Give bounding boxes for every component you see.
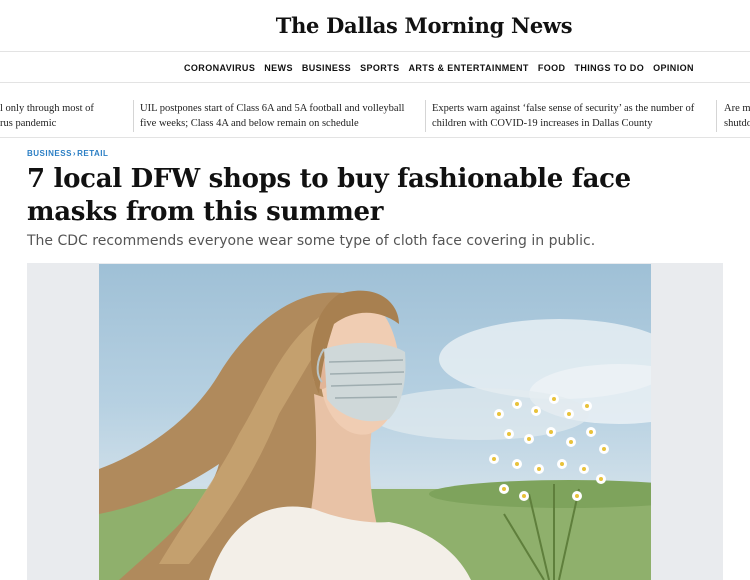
ticker-divider	[716, 100, 717, 132]
section-link-business[interactable]: BUSINESS	[27, 149, 72, 158]
hero-image-frame	[27, 263, 723, 580]
ticker-item-line2: shutdo	[724, 118, 750, 129]
ticker-item-line2: children with COVID-19 increases in Dall…	[432, 118, 653, 129]
hero-image[interactable]	[99, 264, 651, 580]
ticker-item-line1: Are m	[724, 103, 750, 114]
ticker-item[interactable]: Are m shutdo	[724, 101, 750, 131]
article-subhead: The CDC recommends everyone wear some ty…	[27, 233, 596, 249]
nav-item-coronavirus[interactable]: CORONAVIRUS	[184, 63, 255, 73]
nav-item-things-to-do[interactable]: THINGS TO DO	[574, 63, 644, 73]
ticker-item-line1: l only through most of	[0, 103, 94, 114]
section-breadcrumb: BUSINESS›RETAIL	[27, 149, 108, 158]
nav-item-business[interactable]: BUSINESS	[302, 63, 351, 73]
article-headline: 7 local DFW shops to buy fashionable fac…	[27, 163, 727, 229]
ticker-item[interactable]: UIL postpones start of Class 6A and 5A f…	[140, 101, 404, 131]
ticker-divider	[133, 100, 134, 132]
headline-line-2: masks from this summer	[27, 197, 384, 227]
nav-item-news[interactable]: NEWS	[264, 63, 293, 73]
ticker-item-line2: rus pandemic	[0, 118, 57, 129]
headline-ticker: l only through most of rus pandemic UIL …	[0, 96, 750, 138]
nav-item-food[interactable]: FOOD	[538, 63, 566, 73]
ticker-item-line1: Experts warn against ‘false sense of sec…	[432, 103, 695, 114]
nav-item-sports[interactable]: SPORTS	[360, 63, 399, 73]
section-link-retail[interactable]: RETAIL	[77, 149, 108, 158]
nav-item-arts-entertainment[interactable]: ARTS & ENTERTAINMENT	[409, 63, 529, 73]
ticker-divider	[425, 100, 426, 132]
headline-line-1: 7 local DFW shops to buy fashionable fac…	[27, 164, 631, 194]
ticker-item[interactable]: l only through most of rus pandemic	[0, 101, 94, 131]
ticker-item-line1: UIL postpones start of Class 6A and 5A f…	[140, 103, 405, 114]
ticker-item[interactable]: Experts warn against ‘false sense of sec…	[432, 101, 694, 131]
nav-item-opinion[interactable]: OPINION	[653, 63, 694, 73]
site-logo[interactable]: The Dallas Morning News	[276, 13, 573, 38]
main-nav: CORONAVIRUS NEWS BUSINESS SPORTS ARTS & …	[0, 53, 750, 83]
ticker-item-line2: five weeks; Class 4A and below remain on…	[140, 118, 359, 129]
breadcrumb-separator-icon: ›	[72, 149, 77, 158]
masthead: The Dallas Morning News	[0, 0, 750, 52]
hero-image-illustration	[99, 290, 651, 580]
